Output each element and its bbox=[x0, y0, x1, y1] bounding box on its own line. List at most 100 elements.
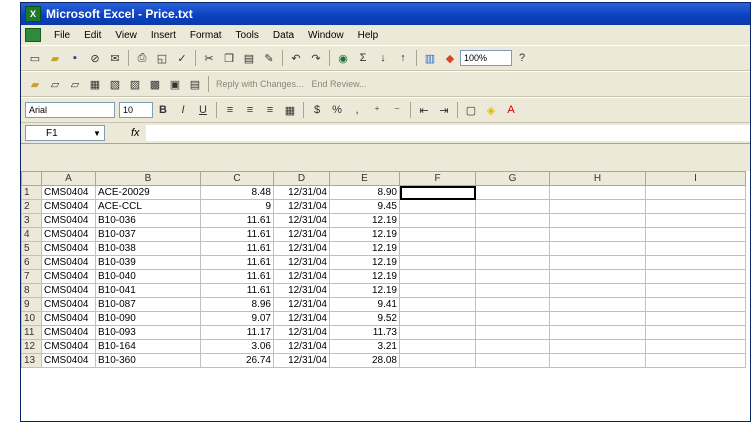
cell-e[interactable]: 11.73 bbox=[329, 325, 400, 340]
new-icon[interactable]: ▭ bbox=[27, 50, 43, 66]
column-header-g[interactable]: G bbox=[475, 171, 550, 186]
row-header[interactable]: 9 bbox=[21, 297, 42, 312]
formula-input[interactable] bbox=[145, 125, 750, 141]
sort-ascending-icon[interactable]: ↓ bbox=[375, 50, 391, 66]
sort-descending-icon[interactable]: ↑ bbox=[395, 50, 411, 66]
cell-g[interactable] bbox=[475, 325, 550, 340]
cell-d[interactable]: 12/31/04 bbox=[273, 185, 330, 200]
redo-icon[interactable]: ↷ bbox=[308, 50, 324, 66]
cell-d[interactable]: 12/31/04 bbox=[273, 269, 330, 284]
cell-i[interactable] bbox=[645, 325, 746, 340]
cell-e[interactable]: 9.52 bbox=[329, 311, 400, 326]
autosum-icon[interactable]: Σ bbox=[355, 50, 371, 66]
cell-d[interactable]: 12/31/04 bbox=[273, 283, 330, 298]
cell-g[interactable] bbox=[475, 269, 550, 284]
cell-b[interactable]: ACE-20029 bbox=[95, 185, 201, 200]
cell-e[interactable]: 12.19 bbox=[329, 227, 400, 242]
row-header[interactable]: 12 bbox=[21, 339, 42, 354]
cell-f[interactable] bbox=[399, 283, 476, 298]
review-icon-9[interactable]: ▤ bbox=[187, 76, 203, 92]
cell-b[interactable]: B10-360 bbox=[95, 353, 201, 368]
chart-wizard-icon[interactable]: ▥ bbox=[422, 50, 438, 66]
menu-tools[interactable]: Tools bbox=[229, 30, 266, 41]
cell-g[interactable] bbox=[475, 199, 550, 214]
cell-g[interactable] bbox=[475, 283, 550, 298]
undo-icon[interactable]: ↶ bbox=[288, 50, 304, 66]
cell-c[interactable]: 11.61 bbox=[200, 227, 274, 242]
review-icon-7[interactable]: ▩ bbox=[147, 76, 163, 92]
column-header-e[interactable]: E bbox=[329, 171, 400, 186]
spelling-icon[interactable]: ✓ bbox=[174, 50, 190, 66]
menu-file[interactable]: File bbox=[47, 30, 77, 41]
cell-a[interactable]: CMS0404 bbox=[41, 325, 96, 340]
column-header-i[interactable]: I bbox=[645, 171, 746, 186]
cell-b[interactable]: B10-041 bbox=[95, 283, 201, 298]
row-header[interactable]: 6 bbox=[21, 255, 42, 270]
currency-icon[interactable]: $ bbox=[309, 102, 325, 118]
cell-h[interactable] bbox=[549, 213, 646, 228]
menu-format[interactable]: Format bbox=[183, 30, 229, 41]
cell-b[interactable]: B10-040 bbox=[95, 269, 201, 284]
drawing-icon[interactable]: ◆ bbox=[442, 50, 458, 66]
review-icon-2[interactable]: ▱ bbox=[47, 76, 63, 92]
comma-icon[interactable]: , bbox=[349, 102, 365, 118]
cell-b[interactable]: B10-036 bbox=[95, 213, 201, 228]
cell-f[interactable] bbox=[399, 255, 476, 270]
cell-i[interactable] bbox=[645, 353, 746, 368]
cell-a[interactable]: CMS0404 bbox=[41, 339, 96, 354]
column-header-c[interactable]: C bbox=[200, 171, 274, 186]
format-painter-icon[interactable]: ✎ bbox=[261, 50, 277, 66]
end-review[interactable]: End Review... bbox=[312, 79, 367, 89]
insert-function-icon[interactable]: fx bbox=[131, 127, 140, 139]
review-icon-5[interactable]: ▧ bbox=[107, 76, 123, 92]
cell-d[interactable]: 12/31/04 bbox=[273, 353, 330, 368]
fill-color-icon[interactable]: ◈ bbox=[483, 102, 499, 118]
cell-a[interactable]: CMS0404 bbox=[41, 241, 96, 256]
cell-d[interactable]: 12/31/04 bbox=[273, 325, 330, 340]
cell-h[interactable] bbox=[549, 353, 646, 368]
cell-g[interactable] bbox=[475, 353, 550, 368]
cell-c[interactable]: 8.48 bbox=[200, 185, 274, 200]
cell-f[interactable] bbox=[399, 199, 476, 214]
cell-b[interactable]: ACE-CCL bbox=[95, 199, 201, 214]
open-icon[interactable]: ▰ bbox=[47, 50, 63, 66]
italic-icon[interactable]: I bbox=[175, 102, 191, 118]
review-icon-4[interactable]: ▦ bbox=[87, 76, 103, 92]
font-size-select[interactable]: 10 bbox=[119, 102, 153, 118]
cell-b[interactable]: B10-093 bbox=[95, 325, 201, 340]
cell-i[interactable] bbox=[645, 213, 746, 228]
cell-f-active[interactable] bbox=[399, 185, 476, 200]
row-header[interactable]: 5 bbox=[21, 241, 42, 256]
cell-i[interactable] bbox=[645, 241, 746, 256]
menu-help[interactable]: Help bbox=[351, 30, 386, 41]
column-header-d[interactable]: D bbox=[273, 171, 330, 186]
row-header[interactable]: 4 bbox=[21, 227, 42, 242]
menu-view[interactable]: View bbox=[108, 30, 144, 41]
cell-d[interactable]: 12/31/04 bbox=[273, 297, 330, 312]
review-icon-3[interactable]: ▱ bbox=[67, 76, 83, 92]
review-icon-8[interactable]: ▣ bbox=[167, 76, 183, 92]
cell-c[interactable]: 11.61 bbox=[200, 269, 274, 284]
cell-a[interactable]: CMS0404 bbox=[41, 227, 96, 242]
cell-a[interactable]: CMS0404 bbox=[41, 185, 96, 200]
cell-d[interactable]: 12/31/04 bbox=[273, 311, 330, 326]
email-icon[interactable]: ✉ bbox=[107, 50, 123, 66]
column-header-b[interactable]: B bbox=[95, 171, 201, 186]
hyperlink-icon[interactable]: ◉ bbox=[335, 50, 351, 66]
menu-edit[interactable]: Edit bbox=[77, 30, 108, 41]
cell-b[interactable]: B10-087 bbox=[95, 297, 201, 312]
cell-a[interactable]: CMS0404 bbox=[41, 199, 96, 214]
cell-h[interactable] bbox=[549, 199, 646, 214]
row-header[interactable]: 1 bbox=[21, 185, 42, 200]
cell-b[interactable]: B10-039 bbox=[95, 255, 201, 270]
cell-h[interactable] bbox=[549, 269, 646, 284]
cell-b[interactable]: B10-038 bbox=[95, 241, 201, 256]
cell-h[interactable] bbox=[549, 283, 646, 298]
cell-e[interactable]: 12.19 bbox=[329, 255, 400, 270]
cell-e[interactable]: 8.90 bbox=[329, 185, 400, 200]
cell-f[interactable] bbox=[399, 311, 476, 326]
font-color-icon[interactable]: A bbox=[503, 102, 519, 118]
bold-icon[interactable]: B bbox=[155, 102, 171, 118]
column-header-h[interactable]: H bbox=[549, 171, 646, 186]
cell-d[interactable]: 12/31/04 bbox=[273, 213, 330, 228]
